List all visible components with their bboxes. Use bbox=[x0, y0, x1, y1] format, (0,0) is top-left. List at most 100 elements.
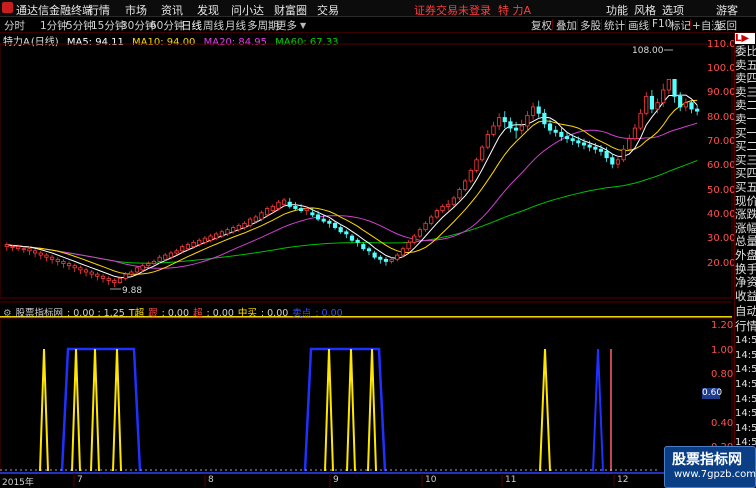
candle bbox=[95, 273, 100, 277]
candle bbox=[44, 254, 49, 258]
candle bbox=[644, 95, 649, 114]
indicator-tick: 0.80 bbox=[711, 369, 734, 380]
candle bbox=[417, 229, 422, 237]
candle bbox=[525, 114, 530, 127]
candle bbox=[366, 248, 372, 252]
candle bbox=[61, 261, 66, 264]
candle bbox=[219, 231, 224, 237]
high-label: 108.00 bbox=[632, 46, 664, 56]
candle bbox=[236, 225, 241, 231]
candle bbox=[197, 239, 202, 245]
price-tick: 70.00 bbox=[707, 136, 736, 147]
candle bbox=[78, 267, 83, 271]
candle bbox=[553, 129, 558, 133]
signal-spike bbox=[367, 348, 377, 472]
kline-chart[interactable]: 108.00 9.88 bbox=[0, 0, 756, 487]
price-tick: 80.00 bbox=[707, 112, 736, 123]
candle bbox=[50, 256, 55, 260]
ma60-line bbox=[6, 160, 698, 264]
candle bbox=[638, 112, 643, 129]
month-label: 11 bbox=[505, 475, 517, 485]
price-tick: 50.00 bbox=[707, 185, 736, 196]
candle bbox=[406, 241, 411, 250]
candle bbox=[146, 263, 151, 267]
candle bbox=[610, 157, 615, 165]
candle bbox=[491, 125, 496, 135]
candle bbox=[259, 212, 264, 220]
candle bbox=[298, 208, 304, 212]
panel-tab[interactable]: 自动 bbox=[735, 305, 756, 318]
month-label: 2015年 bbox=[2, 478, 34, 488]
candle bbox=[129, 271, 134, 275]
candle bbox=[689, 102, 694, 110]
quote-field-label: 卖四 bbox=[735, 71, 756, 86]
candle bbox=[598, 148, 604, 152]
panel-toggle-button[interactable]: L▶ bbox=[735, 33, 755, 44]
signal-spike bbox=[346, 348, 356, 472]
candle bbox=[293, 205, 298, 209]
quote-field-label: 卖三 bbox=[735, 84, 756, 99]
candle bbox=[349, 235, 355, 241]
signal-spike bbox=[324, 348, 334, 472]
quote-field-label: 委比 bbox=[735, 44, 756, 58]
candle bbox=[214, 233, 219, 239]
candle bbox=[468, 170, 473, 182]
indicator-tick: 0.40 bbox=[711, 418, 734, 429]
candle bbox=[191, 241, 196, 248]
signal-spike bbox=[539, 348, 551, 472]
ma60-path bbox=[6, 160, 698, 264]
candle bbox=[474, 159, 479, 171]
tick-time: 14:50 bbox=[735, 364, 756, 376]
candle bbox=[10, 246, 15, 249]
signal-spike bbox=[112, 348, 122, 472]
candle bbox=[621, 148, 626, 161]
candle bbox=[100, 275, 106, 279]
candle bbox=[344, 231, 349, 235]
candle bbox=[678, 95, 683, 108]
candle bbox=[604, 150, 609, 159]
candle bbox=[395, 254, 400, 260]
candle bbox=[248, 218, 253, 226]
candle bbox=[185, 244, 191, 250]
indicator-settings-icon[interactable]: ⚙ bbox=[3, 308, 12, 319]
price-tick: 40.00 bbox=[707, 209, 736, 220]
candle bbox=[457, 189, 462, 199]
candle bbox=[265, 208, 270, 216]
grid bbox=[73, 473, 615, 487]
panel-tab[interactable]: 行情 bbox=[735, 319, 756, 333]
candle bbox=[564, 136, 570, 140]
quote-field-label: 换手 bbox=[735, 261, 756, 276]
candle bbox=[38, 252, 43, 256]
candle bbox=[480, 146, 485, 161]
candle bbox=[151, 261, 157, 264]
price-tick: 20.00 bbox=[707, 258, 736, 269]
candle bbox=[332, 222, 338, 228]
candle bbox=[627, 138, 632, 150]
indicator-name[interactable]: 股票指标网 bbox=[16, 308, 64, 319]
candle bbox=[559, 131, 564, 137]
candle bbox=[530, 106, 536, 116]
candle bbox=[276, 201, 281, 209]
candle bbox=[55, 258, 60, 262]
candle bbox=[383, 258, 389, 262]
candle bbox=[615, 159, 621, 165]
month-label: 12 bbox=[617, 475, 629, 485]
candle bbox=[542, 112, 547, 125]
candle bbox=[89, 271, 94, 275]
quote-field-label: 外盘 bbox=[735, 248, 756, 262]
candle bbox=[497, 117, 502, 127]
candle bbox=[321, 218, 326, 222]
candle bbox=[140, 265, 145, 271]
candle bbox=[134, 267, 140, 273]
candle bbox=[163, 254, 168, 260]
candle bbox=[502, 117, 507, 123]
candle bbox=[570, 138, 575, 142]
candle bbox=[378, 256, 383, 260]
quote-field-label: 买一 bbox=[735, 125, 756, 140]
indicator-panel-frame bbox=[0, 317, 733, 474]
signal-spike bbox=[71, 348, 81, 472]
tick-time: 14:50 bbox=[735, 349, 756, 361]
candle bbox=[536, 106, 541, 114]
candle bbox=[389, 258, 394, 262]
candle bbox=[315, 214, 321, 220]
